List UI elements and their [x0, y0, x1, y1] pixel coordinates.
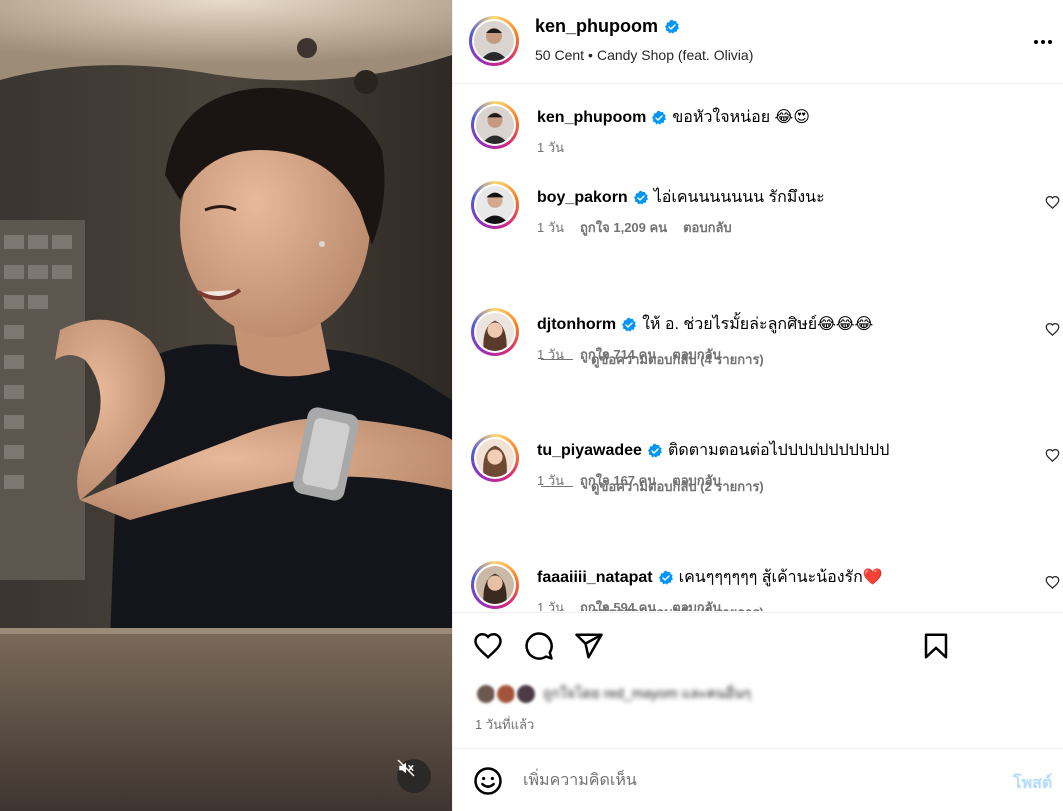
comment-input[interactable]	[523, 767, 993, 795]
liker-avatar	[475, 683, 497, 705]
liked-by[interactable]: ถูกใจโดย red_mayom และคนอื่นๆ	[475, 681, 751, 707]
comment-username[interactable]: boy_pakorn	[537, 189, 628, 207]
add-comment-bar: โพสต์	[453, 748, 1063, 811]
paper-plane-icon[interactable]	[574, 631, 604, 661]
music-separator: •	[588, 47, 593, 63]
heart-icon[interactable]	[1045, 448, 1060, 463]
music-info[interactable]: 50 Cent • Candy Shop (feat. Olivia)	[535, 47, 753, 63]
reply-button[interactable]: ตอบกลับ	[672, 470, 721, 491]
comment-text: ติดตามตอนต่อไปปปปปปปปปปป	[667, 442, 890, 459]
reply-button[interactable]: ตอบกลับ	[683, 217, 732, 238]
comment-time: 1 วัน	[537, 220, 565, 235]
comment-username[interactable]: tu_piyawadee	[537, 442, 642, 460]
heart-icon[interactable]	[1045, 195, 1060, 210]
verified-badge-icon	[633, 190, 648, 205]
post-media[interactable]	[0, 0, 452, 811]
bookmark-icon[interactable]	[921, 631, 951, 661]
verified-badge-icon	[658, 570, 673, 585]
comments-list[interactable]: ken_phupoom ขอหัวใจหน่อย 😂😍 1 วัน boy_pa…	[453, 85, 1063, 611]
verified-badge-icon	[647, 443, 662, 458]
smiley-icon[interactable]	[473, 766, 503, 796]
mute-button[interactable]	[397, 759, 431, 793]
speaker-muted-icon	[397, 759, 415, 777]
comment-bubble-icon[interactable]	[524, 631, 554, 661]
comment-avatar[interactable]	[471, 308, 519, 356]
post-comment-button[interactable]: โพสต์	[1013, 771, 1052, 796]
post-header: ken_phupoom 50 Cent • Candy Shop (feat. …	[453, 0, 1063, 84]
comment-username[interactable]: faaaiiii_natapat	[537, 569, 653, 587]
music-artist: 50 Cent	[535, 47, 585, 63]
comment-time: 1 วัน	[537, 473, 565, 488]
comment-avatar[interactable]	[471, 434, 519, 482]
heart-icon[interactable]	[1045, 575, 1060, 590]
comment-text: ไอ่เคนนนนนนน รักมึงนะ	[653, 189, 825, 206]
reply-button[interactable]: ตอบกลับ	[672, 597, 721, 611]
liker-avatar	[495, 683, 517, 705]
comment-time: 1 วัน	[537, 347, 565, 362]
post-panel: ken_phupoom 50 Cent • Candy Shop (feat. …	[452, 0, 1063, 811]
caption-username[interactable]: ken_phupoom	[537, 109, 646, 127]
comment-text: ให้ อ. ช่วยไรมั้ยล่ะลูกศิษย์😂😂😂	[642, 316, 874, 333]
liker-avatar	[515, 683, 537, 705]
author-username[interactable]: ken_phupoom	[535, 16, 658, 37]
liked-by-text: ถูกใจโดย red_mayom และคนอื่นๆ	[543, 685, 752, 701]
comment-likes[interactable]: ถูกใจ 167 คน	[580, 470, 656, 491]
more-options-icon[interactable]	[1031, 30, 1055, 54]
verified-badge-icon	[622, 317, 637, 332]
music-title: Candy Shop (feat. Olivia)	[596, 47, 754, 63]
comment-avatar[interactable]	[471, 181, 519, 229]
comment-likes[interactable]: ถูกใจ 714 คน	[580, 344, 656, 365]
verified-badge-icon	[652, 110, 667, 125]
comment-time: 1 วัน	[537, 600, 565, 611]
reply-button[interactable]: ตอบกลับ	[672, 344, 721, 365]
caption-text: ขอหัวใจหน่อย 😂😍	[672, 109, 810, 126]
action-bar: ถูกใจโดย red_mayom และคนอื่นๆ 1 วันที่แล…	[453, 612, 1063, 748]
post-time: 1 วันที่แล้ว	[475, 717, 535, 732]
caption-avatar[interactable]	[471, 101, 519, 149]
heart-icon[interactable]	[473, 631, 503, 661]
comment-username[interactable]: djtonhorm	[537, 316, 616, 334]
author-avatar[interactable]	[469, 16, 519, 66]
comment-likes[interactable]: ถูกใจ 1,209 คน	[580, 217, 667, 238]
comment-avatar[interactable]	[471, 561, 519, 609]
caption-time: 1 วัน	[537, 140, 565, 155]
comment-text: เคนๆๆๆๆๆๆ สู้เค้านะน้องรัก❤️	[678, 569, 883, 586]
comment-likes[interactable]: ถูกใจ 594 คน	[580, 597, 656, 611]
verified-badge-icon	[665, 19, 680, 34]
heart-icon[interactable]	[1045, 322, 1060, 337]
video-frame	[0, 0, 452, 811]
